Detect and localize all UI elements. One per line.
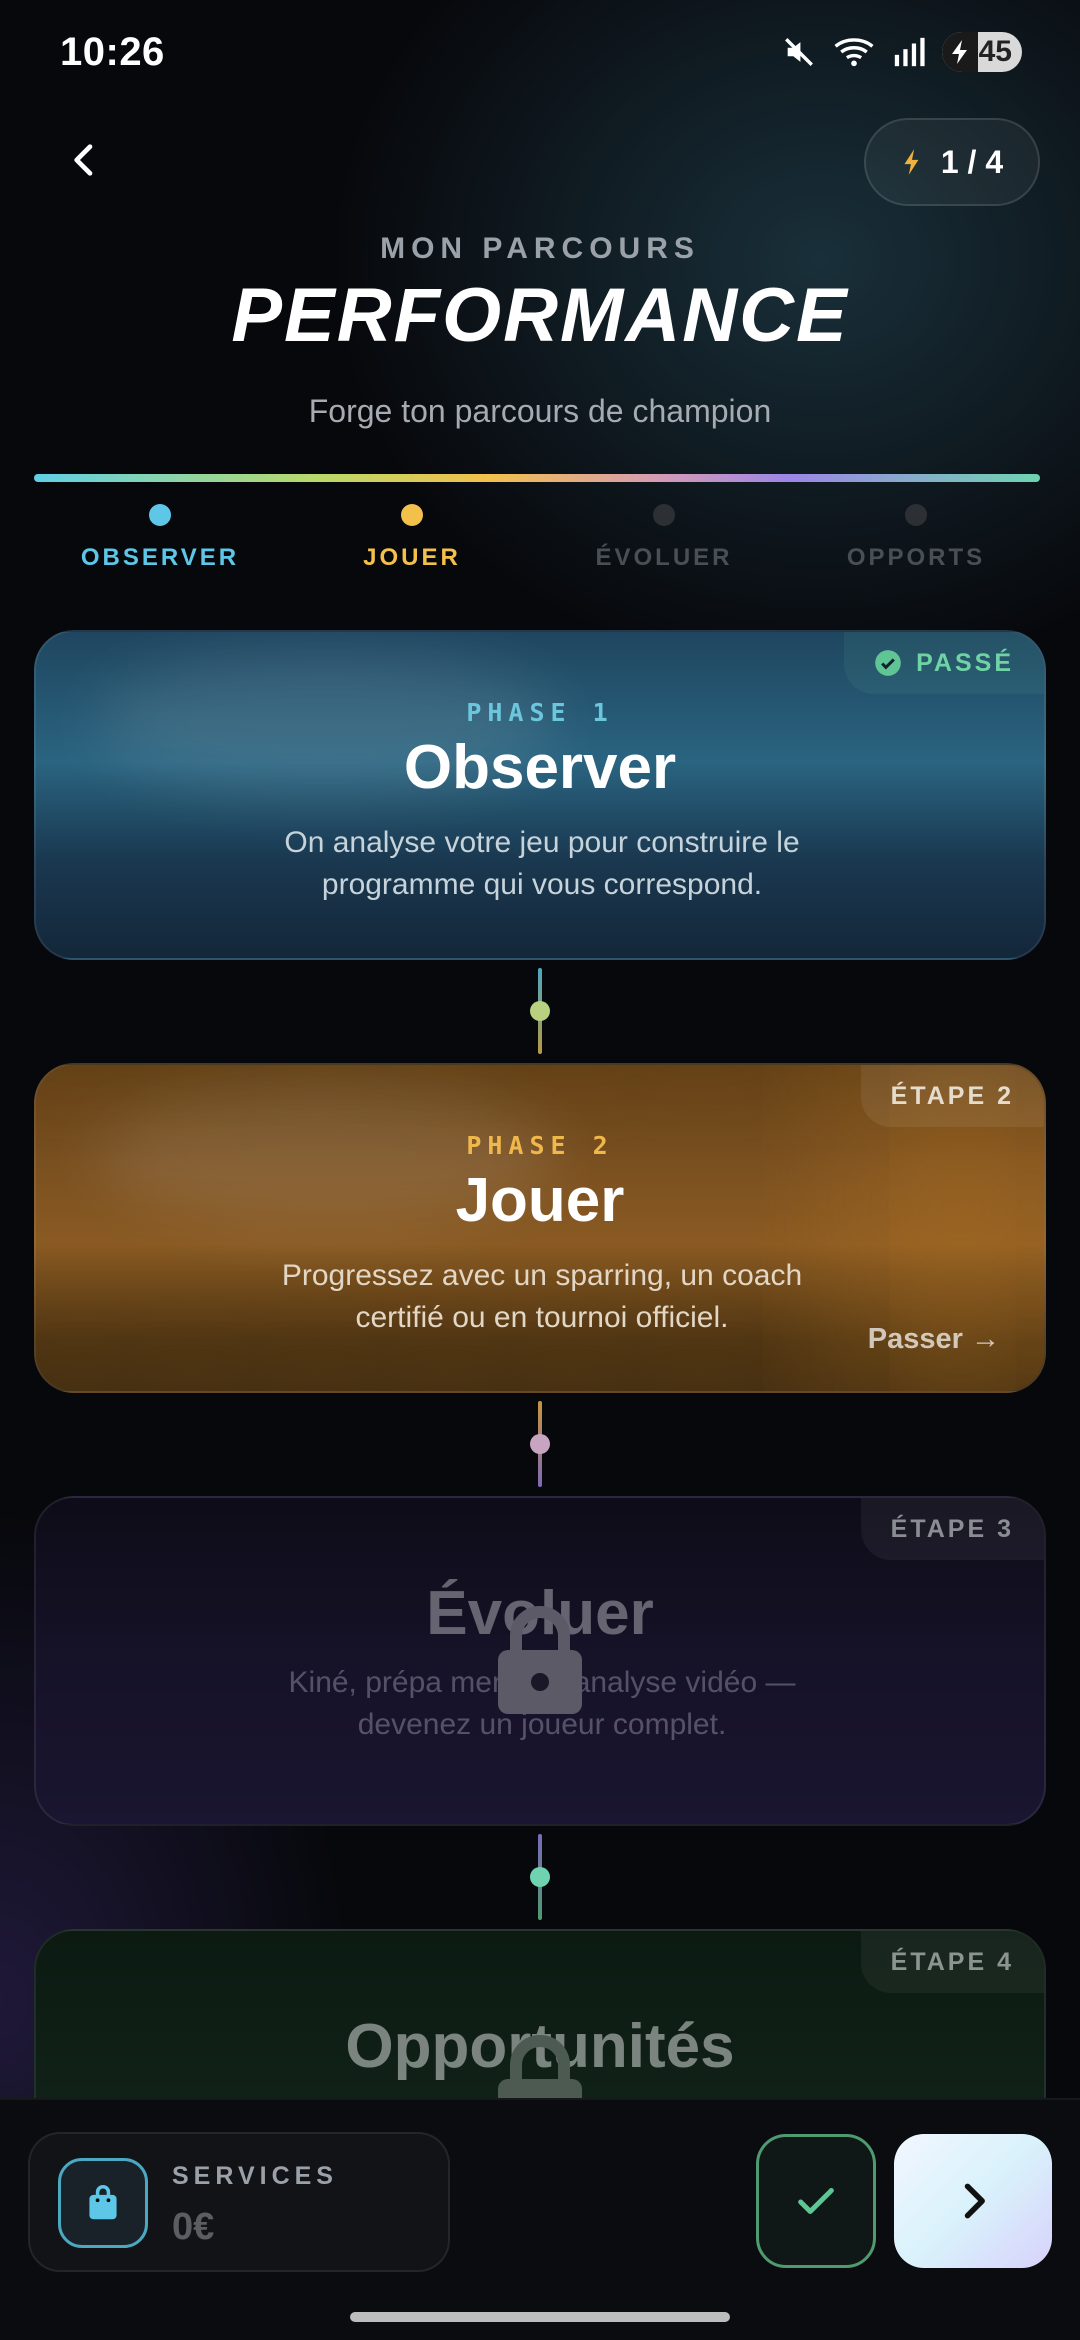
phase-label: PHASE 2	[466, 1131, 614, 1160]
status-time: 10:26	[60, 30, 165, 74]
card-title: Jouer	[455, 1166, 625, 1235]
step-opports[interactable]: OPPORTS	[786, 504, 1046, 572]
step-counter-pill: 1 / 4	[864, 118, 1040, 206]
step-label: JOUER	[363, 544, 461, 571]
wifi-icon	[834, 38, 874, 67]
check-circle-icon	[875, 650, 901, 676]
next-button[interactable]	[894, 2134, 1052, 2268]
phase-card-observer[interactable]: PASSÉ PHASE 1 Observer On analyse votre …	[34, 630, 1046, 960]
step-dot	[149, 504, 171, 526]
step-observer[interactable]: OBSERVER	[30, 504, 290, 572]
shopping-bag-icon	[89, 2185, 117, 2220]
card-connector	[530, 1401, 550, 1487]
step-badge: ÉTAPE 3	[860, 1498, 1044, 1560]
home-indicator[interactable]	[350, 2312, 730, 2322]
step-label: ÉVOLUER	[595, 544, 733, 571]
step-dot	[401, 504, 423, 526]
services-summary[interactable]: SERVICES 0€	[28, 2132, 450, 2272]
step-label: OBSERVER	[80, 544, 240, 571]
page-eyebrow: MON PARCOURS	[380, 232, 700, 265]
status-bar: 10:26 45	[0, 0, 1080, 110]
check-icon	[798, 2187, 834, 2215]
confirm-button[interactable]	[756, 2134, 876, 2268]
step-badge: ÉTAPE 2	[860, 1065, 1044, 1127]
battery-level: 45	[978, 35, 1012, 68]
step-dot	[653, 504, 675, 526]
card-description: On analyse votre jeu pour construire le …	[284, 826, 800, 901]
bolt-icon	[904, 149, 919, 175]
battery-indicator: 45	[942, 32, 1022, 72]
card-description: Progressez avec un sparring, un coach ce…	[281, 1259, 803, 1334]
phase-card-jouer[interactable]: ÉTAPE 2 PHASE 2 Jouer Progressez avec un…	[34, 1063, 1046, 1393]
charging-icon	[952, 40, 967, 64]
progress-line	[34, 474, 1040, 482]
status-badge: PASSÉ	[844, 632, 1044, 694]
skip-button[interactable]: Passer →	[868, 1323, 1000, 1356]
card-connector	[530, 968, 550, 1054]
status-badge-label: PASSÉ	[916, 648, 1014, 677]
step-evoluer[interactable]: ÉVOLUER	[534, 504, 794, 572]
step-counter: 1 / 4	[940, 143, 1004, 180]
page-title: PERFORMANCE	[231, 273, 849, 358]
step-label: OPPORTS	[846, 544, 986, 571]
status-icons: 45	[782, 32, 1022, 72]
chevron-right-icon	[964, 2183, 985, 2219]
services-total: 0€	[172, 2206, 215, 2248]
bottom-bar: SERVICES 0€	[0, 2098, 1080, 2340]
lock-icon	[498, 1606, 582, 1714]
step-jouer[interactable]: JOUER	[282, 504, 542, 572]
chevron-left-icon	[74, 144, 93, 176]
services-icon-box	[58, 2158, 148, 2248]
phase-card-evoluer: ÉTAPE 3 Évoluer Kiné, prépa mentale, ana…	[34, 1496, 1046, 1826]
card-title: Observer	[403, 733, 677, 802]
step-dot	[905, 504, 927, 526]
page-subtitle: Forge ton parcours de champion	[308, 393, 772, 429]
signal-icon	[894, 37, 925, 67]
phase-label: PHASE 1	[466, 698, 614, 727]
mute-icon	[785, 38, 813, 66]
back-button[interactable]	[55, 130, 115, 190]
services-label: SERVICES	[172, 2162, 338, 2190]
card-connector	[530, 1834, 550, 1920]
step-badge: ÉTAPE 4	[860, 1931, 1044, 1993]
step-tracker: OBSERVER JOUER ÉVOLUER OPPORTS	[0, 504, 1080, 574]
